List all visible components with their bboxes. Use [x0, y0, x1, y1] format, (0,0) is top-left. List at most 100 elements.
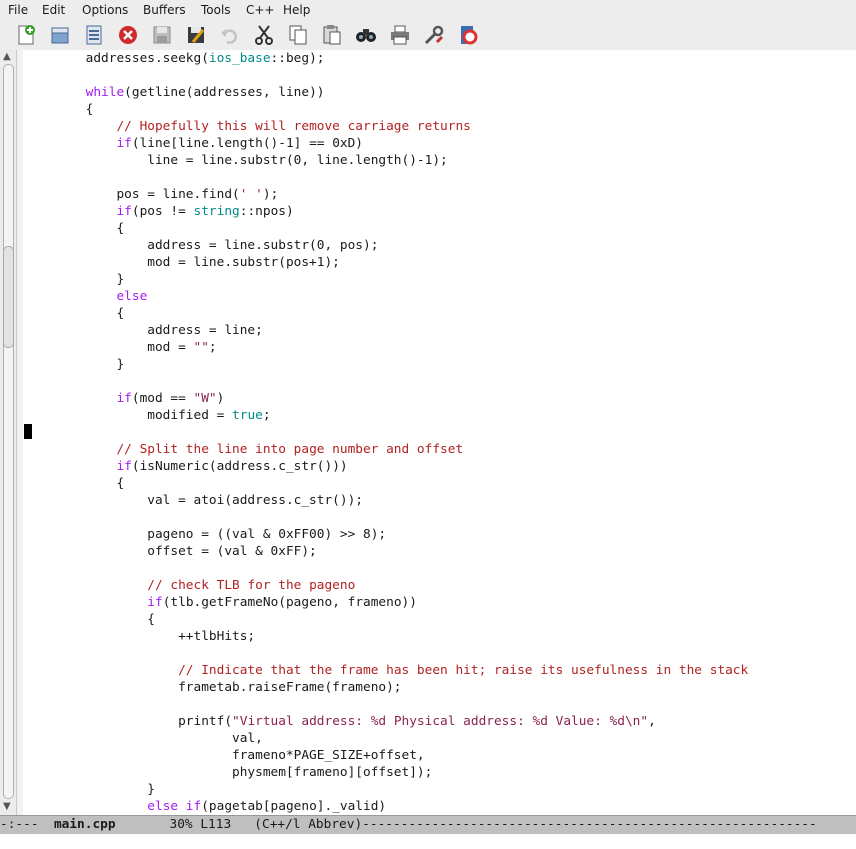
- code-line[interactable]: [24, 645, 748, 662]
- code-token: }: [24, 357, 125, 372]
- code-line[interactable]: mod = "";: [24, 339, 748, 356]
- code-line[interactable]: physmem[frameno][offset]);: [24, 764, 748, 781]
- new-file-icon[interactable]: [13, 22, 39, 48]
- code-token: ::beg);: [270, 51, 325, 66]
- code-line[interactable]: if(line[line.length()-1] == 0xD): [24, 135, 748, 152]
- menu-file[interactable]: File: [8, 3, 28, 17]
- code-token: {: [24, 221, 125, 236]
- code-line[interactable]: {: [24, 475, 748, 492]
- code-token: (pos !=: [131, 204, 194, 219]
- code-line[interactable]: offset = (val & 0xFF);: [24, 543, 748, 560]
- open-directory-icon[interactable]: [81, 22, 107, 48]
- menu-buffers[interactable]: Buffers: [143, 3, 186, 17]
- code-line[interactable]: if(mod == "W"): [24, 390, 748, 407]
- code-token: {: [24, 476, 125, 491]
- code-line[interactable]: }: [24, 781, 748, 798]
- code-line[interactable]: {: [24, 611, 748, 628]
- help-icon[interactable]: [455, 22, 481, 48]
- menu-edit[interactable]: Edit: [42, 3, 65, 17]
- code-line[interactable]: {: [24, 101, 748, 118]
- scroll-up-arrow-icon[interactable]: ▲: [3, 51, 11, 62]
- code-line[interactable]: while(getline(addresses, line)): [24, 84, 748, 101]
- close-buffer-icon[interactable]: [115, 22, 141, 48]
- code-token: "Virtual address: %d Physical address: %…: [232, 714, 649, 729]
- code-line[interactable]: line = line.substr(0, line.length()-1);: [24, 152, 748, 169]
- code-token: address = line;: [24, 323, 263, 338]
- vertical-scrollbar[interactable]: ▲ ▼: [0, 50, 17, 815]
- code-text[interactable]: addresses.seekg(ios_base::beg); while(ge…: [24, 50, 749, 815]
- code-line[interactable]: {: [24, 305, 748, 322]
- cut-icon[interactable]: [251, 22, 277, 48]
- code-line[interactable]: frameno*PAGE_SIZE+offset,: [24, 747, 748, 764]
- save-as-icon[interactable]: [183, 22, 209, 48]
- code-line[interactable]: val = atoi(address.c_str());: [24, 492, 748, 509]
- code-line[interactable]: pageno = ((val & 0xFF00) >> 8);: [24, 526, 748, 543]
- code-line[interactable]: if(pos != string::npos): [24, 203, 748, 220]
- print-icon[interactable]: [387, 22, 413, 48]
- modeline-major-mode[interactable]: (C++/l Abbrev): [254, 817, 362, 832]
- scrollbar-track[interactable]: [3, 64, 14, 799]
- code-token: // check TLB for the pageno: [147, 578, 356, 593]
- modeline-buffer-name[interactable]: main.cpp: [54, 817, 116, 832]
- code-line[interactable]: mod = line.substr(pos+1);: [24, 254, 748, 271]
- code-line[interactable]: frametab.raiseFrame(frameno);: [24, 679, 748, 696]
- code-line[interactable]: [24, 424, 748, 441]
- undo-icon[interactable]: [217, 22, 243, 48]
- code-line[interactable]: [24, 696, 748, 713]
- code-line[interactable]: printf("Virtual address: %d Physical add…: [24, 713, 748, 730]
- code-line[interactable]: {: [24, 220, 748, 237]
- code-line[interactable]: ++tlbHits;: [24, 628, 748, 645]
- menu-help[interactable]: Help: [283, 3, 310, 17]
- code-token: if: [116, 136, 132, 151]
- code-line[interactable]: }: [24, 271, 748, 288]
- code-token: if: [147, 595, 163, 610]
- menu-options[interactable]: Options: [82, 3, 128, 17]
- code-token: physmem[frameno][offset]);: [24, 765, 433, 780]
- code-line[interactable]: // Split the line into page number and o…: [24, 441, 748, 458]
- code-line[interactable]: address = line.substr(0, pos);: [24, 237, 748, 254]
- code-line[interactable]: addresses.seekg(ios_base::beg);: [24, 50, 748, 67]
- code-line[interactable]: [24, 560, 748, 577]
- code-line[interactable]: pos = line.find(' ');: [24, 186, 748, 203]
- code-line[interactable]: if(isNumeric(address.c_str())): [24, 458, 748, 475]
- code-line[interactable]: [24, 67, 748, 84]
- code-token: line = line.substr(0, line.length()-1);: [24, 153, 448, 168]
- code-editor[interactable]: addresses.seekg(ios_base::beg); while(ge…: [23, 50, 856, 815]
- search-icon[interactable]: [353, 22, 379, 48]
- code-token: if: [116, 391, 132, 406]
- open-file-icon[interactable]: [47, 22, 73, 48]
- menu-tools[interactable]: Tools: [201, 3, 231, 17]
- code-line[interactable]: val,: [24, 730, 748, 747]
- minibuffer[interactable]: [0, 834, 856, 849]
- code-line[interactable]: }: [24, 356, 748, 373]
- menu-cpp[interactable]: C++: [246, 3, 275, 17]
- code-line[interactable]: address = line;: [24, 322, 748, 339]
- save-icon[interactable]: [149, 22, 175, 48]
- code-line[interactable]: else: [24, 288, 748, 305]
- code-token: ++tlbHits;: [24, 629, 256, 644]
- code-line[interactable]: modified = true;: [24, 407, 748, 424]
- code-line[interactable]: [24, 169, 748, 186]
- code-token: else if: [147, 799, 202, 814]
- code-line[interactable]: [24, 509, 748, 526]
- code-token: val,: [24, 731, 263, 746]
- code-token: // Split the line into page number and o…: [116, 442, 464, 457]
- copy-icon[interactable]: [285, 22, 311, 48]
- paste-icon[interactable]: [319, 22, 345, 48]
- code-line[interactable]: else if(pagetab[pageno]._valid): [24, 798, 748, 815]
- code-token: ios_base: [208, 51, 271, 66]
- scrollbar-thumb[interactable]: [3, 246, 14, 348]
- code-line[interactable]: if(tlb.getFrameNo(pageno, frameno)): [24, 594, 748, 611]
- code-line[interactable]: [24, 373, 748, 390]
- code-token: val = atoi(address.c_str());: [24, 493, 363, 508]
- preferences-icon[interactable]: [421, 22, 447, 48]
- code-line[interactable]: // Indicate that the frame has been hit;…: [24, 662, 748, 679]
- code-line[interactable]: // check TLB for the pageno: [24, 577, 748, 594]
- scroll-down-arrow-icon[interactable]: ▼: [3, 801, 11, 812]
- code-line[interactable]: // Hopefully this will remove carriage r…: [24, 118, 748, 135]
